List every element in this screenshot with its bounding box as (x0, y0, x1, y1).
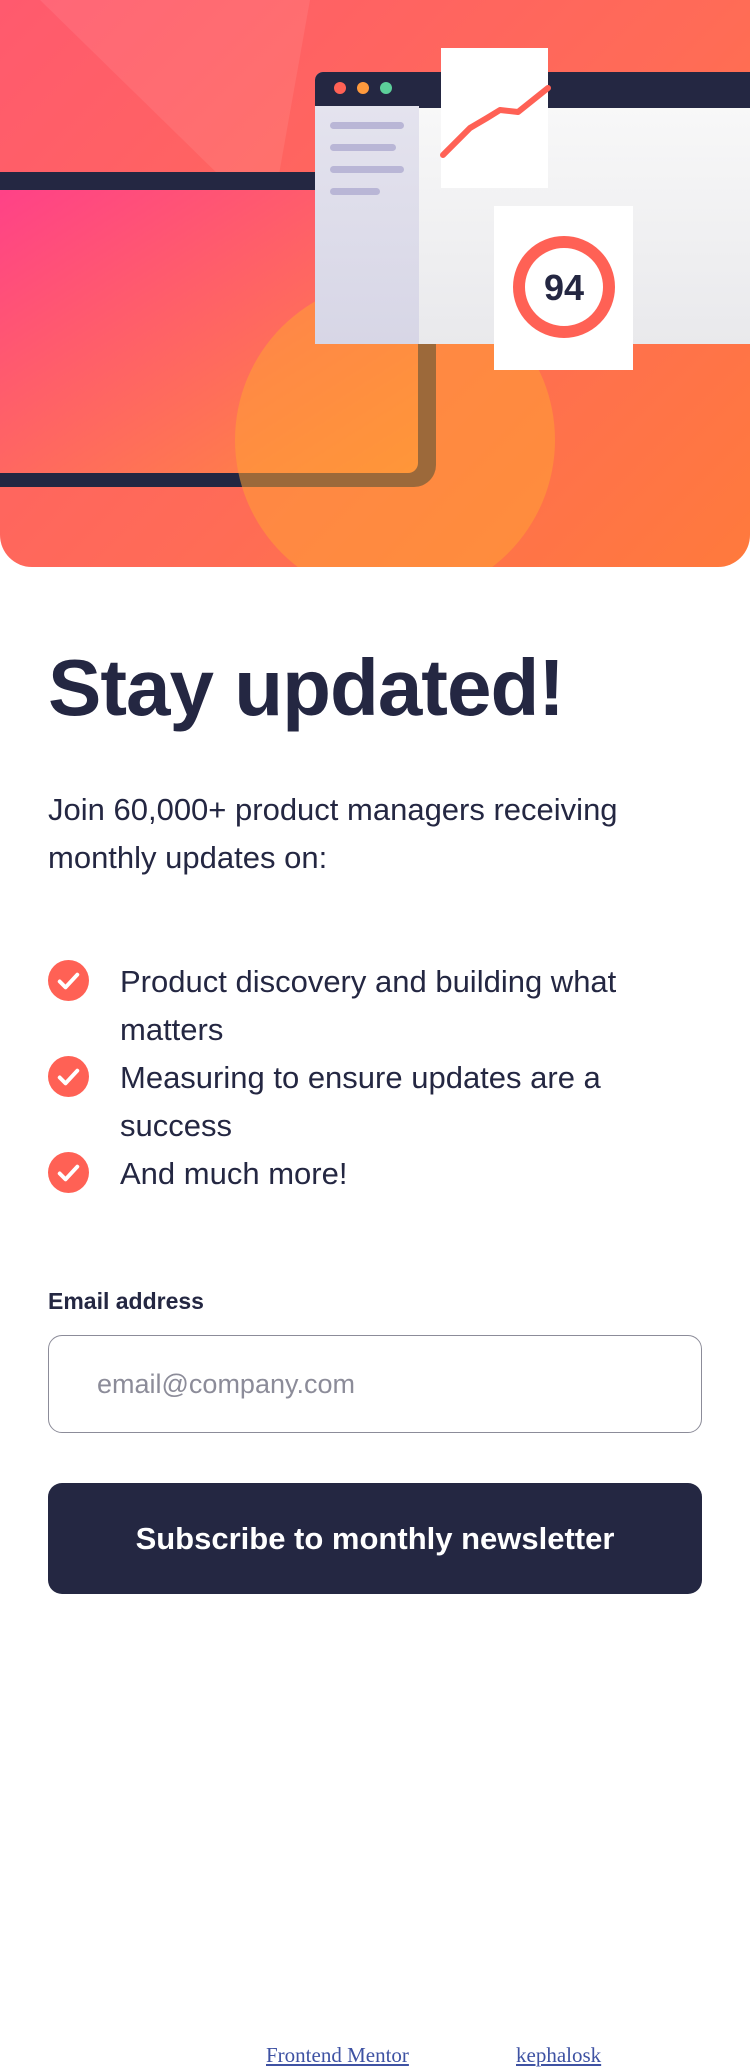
window-dot-green (380, 82, 392, 94)
check-circle-icon (48, 1056, 89, 1097)
email-field[interactable] (48, 1335, 702, 1433)
check-circle-icon (48, 1152, 89, 1193)
subscribe-button[interactable]: Subscribe to monthly newsletter (48, 1483, 702, 1594)
check-circle-icon (48, 960, 89, 1001)
browser-sidebar (315, 106, 419, 344)
intro-text: Join 60,000+ product managers receiving … (48, 792, 618, 875)
feature-list: Product discovery and building what matt… (48, 958, 688, 1198)
list-item: And much more! (48, 1150, 688, 1198)
chart-card (441, 48, 548, 188)
author-link[interactable]: kephalosk (516, 2043, 601, 2068)
page-title: Stay updated! (48, 643, 565, 732)
hero-graphic: 94 (0, 0, 750, 567)
window-dot-orange (357, 82, 369, 94)
frontend-mentor-link[interactable]: Frontend Mentor (266, 2043, 409, 2068)
feature-text: And much more! (120, 1156, 348, 1191)
email-label: Email address (48, 1288, 204, 1314)
feature-text: Measuring to ensure updates are a succes… (120, 1060, 601, 1143)
list-item: Measuring to ensure updates are a succes… (48, 1054, 688, 1150)
hero-illustration: 94 (0, 0, 750, 567)
window-dot-red (334, 82, 346, 94)
feature-text: Product discovery and building what matt… (120, 964, 617, 1047)
list-item: Product discovery and building what matt… (48, 958, 688, 1054)
score-value: 94 (544, 267, 584, 308)
